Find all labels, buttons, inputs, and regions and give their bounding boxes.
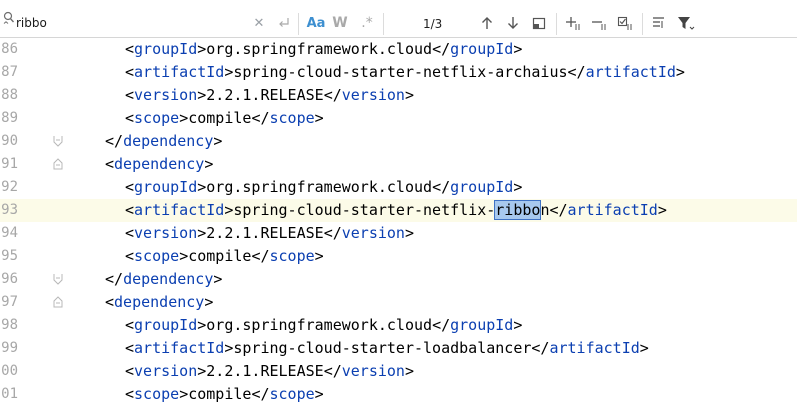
code-line[interactable]: 86 <groupId>org.springframework.cloud</g…: [0, 38, 797, 61]
code-text: <dependency>: [105, 155, 214, 173]
line-number: 89: [1, 110, 18, 126]
line-number: 95: [1, 248, 18, 264]
code-text: <artifactId>spring-cloud-starter-netflix…: [125, 63, 685, 81]
filter-button[interactable]: [676, 13, 696, 33]
separator: [383, 13, 384, 35]
line-number: 90: [1, 133, 18, 149]
line-number: 91: [1, 156, 18, 172]
code-line[interactable]: 98 <groupId>org.springframework.cloud</g…: [0, 314, 797, 337]
code-text: <groupId>org.springframework.cloud</grou…: [125, 178, 523, 196]
line-number: 97: [1, 294, 18, 310]
code-line[interactable]: 01 <scope>compile</scope>: [0, 383, 797, 406]
line-number: 86: [1, 41, 18, 57]
code-text: <version>2.2.1.RELEASE</version>: [125, 362, 414, 380]
new-line-icon[interactable]: [276, 13, 292, 33]
current-code-line[interactable]: 93 <artifactId>spring-cloud-starter-netf…: [0, 199, 797, 222]
regex-button[interactable]: .*: [358, 13, 376, 33]
funnel-icon: [678, 17, 695, 30]
line-number: 93: [1, 202, 18, 218]
previous-occurrence-button[interactable]: [479, 13, 495, 33]
code-text: <scope>compile</scope>: [125, 247, 324, 265]
line-number: 96: [1, 271, 18, 287]
code-editor[interactable]: 86 <groupId>org.springframework.cloud</g…: [0, 38, 797, 403]
code-line[interactable]: 97 <dependency>: [0, 291, 797, 314]
code-line[interactable]: 92 <groupId>org.springframework.cloud</g…: [0, 176, 797, 199]
remove-cursor-icon: [592, 21, 606, 30]
search-match-highlight: ribbo: [494, 200, 542, 220]
arrow-down-icon: [508, 17, 518, 29]
code-line[interactable]: 88 <version>2.2.1.RELEASE</version>: [0, 84, 797, 107]
filter-search-results-button[interactable]: [531, 13, 547, 33]
fold-start-icon[interactable]: [53, 296, 63, 308]
line-number: 88: [1, 87, 18, 103]
find-input[interactable]: [16, 13, 246, 33]
code-text: <version>2.2.1.RELEASE</version>: [125, 86, 414, 104]
code-line[interactable]: 89 <scope>compile</scope>: [0, 107, 797, 130]
separator: [642, 13, 643, 35]
match-count: 1/3: [423, 17, 443, 31]
line-number: 99: [1, 340, 18, 356]
code-line[interactable]: 00 <version>2.2.1.RELEASE</version>: [0, 360, 797, 383]
code-line[interactable]: 96 </dependency>: [0, 268, 797, 291]
code-text: </dependency>: [105, 132, 223, 150]
code-line[interactable]: 91 <dependency>: [0, 153, 797, 176]
select-all-icon: [617, 16, 632, 30]
remove-occurrence-button[interactable]: [590, 13, 608, 33]
code-text: <artifactId>spring-cloud-starter-loadbal…: [125, 339, 649, 357]
find-bar: ✕ Aa W .* 1/3: [0, 0, 797, 38]
line-number: 01: [1, 386, 18, 402]
code-text: <artifactId>spring-cloud-starter-netflix…: [125, 200, 667, 220]
next-occurrence-button[interactable]: [505, 13, 521, 33]
code-line[interactable]: 94 <version>2.2.1.RELEASE</version>: [0, 222, 797, 245]
line-number: 00: [1, 363, 18, 379]
add-cursor-icon: [566, 17, 580, 30]
line-number: 94: [1, 225, 18, 241]
code-line[interactable]: 87 <artifactId>spring-cloud-starter-netf…: [0, 61, 797, 84]
select-all-occurrences-button[interactable]: [616, 13, 634, 33]
code-line[interactable]: 90 </dependency>: [0, 130, 797, 153]
code-text: <scope>compile</scope>: [125, 109, 324, 127]
separator: [298, 13, 299, 35]
add-occurrence-button[interactable]: [564, 13, 582, 33]
fold-start-icon[interactable]: [53, 158, 63, 170]
code-text: </dependency>: [105, 270, 223, 288]
fold-end-icon[interactable]: [53, 135, 63, 147]
arrow-up-icon: [482, 17, 492, 29]
code-text: <dependency>: [105, 293, 214, 311]
fold-end-icon[interactable]: [53, 273, 63, 285]
clear-icon[interactable]: ✕: [252, 13, 266, 33]
line-number: 87: [1, 64, 18, 80]
list-icon: [653, 17, 664, 28]
code-text: <groupId>org.springframework.cloud</grou…: [125, 40, 523, 58]
search-history-button[interactable]: [650, 13, 668, 33]
code-line[interactable]: 99 <artifactId>spring-cloud-starter-load…: [0, 337, 797, 360]
code-line[interactable]: 95 <scope>compile</scope>: [0, 245, 797, 268]
enter-arrow-icon: [279, 18, 289, 27]
line-number: 92: [1, 179, 18, 195]
separator: [556, 13, 557, 35]
code-text: <groupId>org.springframework.cloud</grou…: [125, 316, 523, 334]
code-text: <scope>compile</scope>: [125, 385, 324, 403]
line-number: 98: [1, 317, 18, 333]
window-icon: [532, 17, 546, 30]
match-case-button[interactable]: Aa: [306, 13, 326, 33]
words-button[interactable]: W: [332, 13, 348, 33]
code-text: <version>2.2.1.RELEASE</version>: [125, 224, 414, 242]
search-icon[interactable]: [3, 11, 15, 25]
